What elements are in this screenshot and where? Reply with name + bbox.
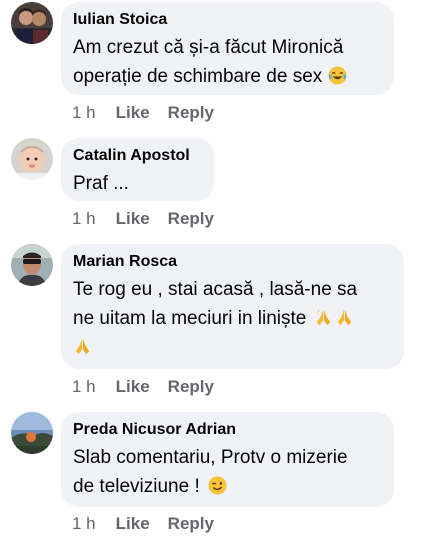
comment-actions: 1 h Like Reply [72, 209, 214, 229]
comment-actions: 1 h Like Reply [72, 514, 214, 534]
avatar[interactable] [11, 138, 53, 180]
winking-face-emoji-icon [208, 476, 227, 495]
comment-text-line: ne uitam la meciuri in liniște [73, 308, 307, 329]
avatar[interactable] [11, 2, 53, 44]
avatar[interactable] [11, 244, 53, 286]
comment-text: Te rog eu , stai acasă , lasă-ne sa ne u… [73, 275, 392, 362]
comment-bubble: Preda Nicusor Adrian Slab comentariu, Pr… [61, 412, 394, 507]
folded-hands-emoji-icon [335, 308, 354, 327]
comment-text-line: Slab comentariu, Protv o mizerie [73, 447, 348, 468]
like-button[interactable]: Like [116, 377, 150, 397]
like-button[interactable]: Like [116, 103, 150, 123]
comment-actions: 1 h Like Reply [72, 377, 214, 397]
comment-timestamp[interactable]: 1 h [72, 103, 96, 123]
comment-author[interactable]: Iulian Stoica [73, 10, 382, 30]
folded-hands-emoji-icon [314, 308, 333, 327]
avatar[interactable] [11, 412, 53, 454]
comment-text-line-with-emoji: operație de schimbare de sex [73, 62, 382, 91]
like-button[interactable]: Like [116, 514, 150, 534]
comment-text-line: de televiziune ! [73, 476, 200, 497]
like-button[interactable]: Like [116, 209, 150, 229]
comment-text-line-with-emoji: de televiziune ! [73, 472, 382, 501]
reply-button[interactable]: Reply [168, 209, 214, 229]
comment-text-line: Am crezut că și-a făcut Mironică [73, 37, 344, 58]
reply-button[interactable]: Reply [168, 377, 214, 397]
comment-bubble: Catalin Apostol Praf ... [61, 138, 214, 201]
comment-author[interactable]: Preda Nicusor Adrian [73, 420, 382, 440]
comment-text-line: operație de schimbare de sex [73, 66, 323, 87]
folded-hands-emoji-icon [73, 337, 92, 356]
comment-bubble: Iulian Stoica Am crezut că și-a făcut Mi… [61, 2, 394, 95]
comment-text-line-with-emoji [73, 333, 392, 362]
comment-bubble: Marian Rosca Te rog eu , stai acasă , la… [61, 244, 404, 369]
comment-text: Slab comentariu, Protv o mizerie de tele… [73, 443, 382, 501]
comment-text-line-with-emoji: ne uitam la meciuri in liniște [73, 304, 392, 333]
tears-of-joy-emoji-icon [328, 66, 347, 85]
comment-timestamp[interactable]: 1 h [72, 514, 96, 534]
comment-author[interactable]: Catalin Apostol [73, 146, 202, 166]
comment-text-line: Praf ... [73, 173, 129, 194]
comment-text-line: Te rog eu , stai acasă , lasă-ne sa [73, 279, 358, 300]
comment-text: Am crezut că și-a făcut Mironică operați… [73, 33, 382, 91]
comment-text: Praf ... [73, 169, 202, 198]
comment-author[interactable]: Marian Rosca [73, 252, 392, 272]
comment-timestamp[interactable]: 1 h [72, 377, 96, 397]
reply-button[interactable]: Reply [168, 514, 214, 534]
reply-button[interactable]: Reply [168, 103, 214, 123]
comment-actions: 1 h Like Reply [72, 103, 214, 123]
comment-timestamp[interactable]: 1 h [72, 209, 96, 229]
